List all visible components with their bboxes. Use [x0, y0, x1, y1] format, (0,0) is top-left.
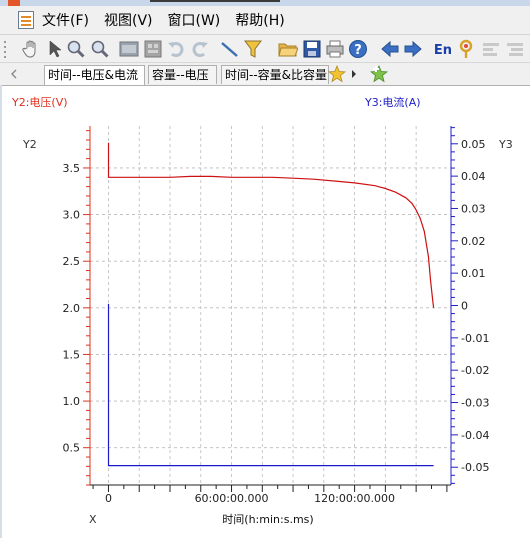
back-arrow-icon[interactable]	[380, 39, 400, 59]
undo-icon[interactable]	[166, 39, 186, 59]
test-icon[interactable]	[119, 39, 139, 59]
y-left-title: Y2:电压(V)	[11, 96, 68, 109]
tab-time-voltage-current[interactable]: 时间--电压&电流	[44, 65, 145, 85]
redo-icon[interactable]	[190, 39, 210, 59]
help-icon[interactable]: ?	[348, 39, 368, 59]
y-right-tick-label: -0.02	[461, 364, 489, 377]
chart-series	[107, 142, 435, 467]
forward-arrow-icon[interactable]	[403, 39, 423, 59]
y-right-title: Y3:电流(A)	[364, 95, 421, 109]
toolbar: ? En	[0, 35, 530, 63]
y-left-tick-label: 1.0	[63, 395, 81, 408]
y-right-tick-label: -0.04	[461, 429, 489, 442]
zoom-in-icon[interactable]	[66, 39, 86, 59]
save-icon[interactable]	[302, 39, 322, 59]
y-left-tick-label: 3.5	[63, 162, 81, 175]
x-axis-letter: X	[89, 513, 97, 526]
current-series-line	[107, 303, 434, 467]
zoom-out-icon[interactable]	[90, 39, 110, 59]
favorite-star-icon[interactable]	[328, 65, 346, 83]
y-right-tick-label: 0	[461, 300, 468, 313]
voltage-series-line	[107, 142, 435, 308]
menu-file[interactable]: 文件(F)	[42, 10, 89, 30]
pointer-icon[interactable]	[45, 39, 65, 59]
x-tick-label: 0	[105, 492, 112, 505]
open-folder-icon[interactable]	[278, 39, 298, 59]
y-right-tick-label: -0.01	[461, 332, 489, 345]
y-left-tick-label: 2.5	[63, 255, 81, 268]
x-axis-title: 时间(h:min:s.ms)	[222, 513, 313, 526]
y-right-tick-label: 0.05	[461, 138, 486, 151]
y-left-tick-label: 3.0	[63, 209, 81, 222]
time-voltage-current-chart[interactable]: 0.5 1.0 1.5 2.0 2.5 3.0 3.5 0.05 0.04 0.03 0.02 0.0…	[0, 86, 530, 538]
chart-area: 0.5 1.0 1.5 2.0 2.5 3.0 3.5 0.05 0.04 0.03 0.02 0.0…	[0, 86, 530, 538]
print-icon[interactable]	[325, 39, 345, 59]
y-left-tick-label: 2.0	[63, 302, 81, 315]
menu-bar: 文件(F) 视图(V) 窗口(W) 帮助(H)	[0, 6, 530, 35]
menu-view[interactable]: 视图(V)	[104, 10, 153, 30]
menu-help[interactable]: 帮助(H)	[235, 10, 284, 30]
filter-icon[interactable]	[243, 39, 263, 59]
tab-scroll-left-icon[interactable]	[10, 69, 18, 79]
y-right-tick-label: 0.04	[461, 170, 486, 183]
x-tick-label: 60:00:00.000	[195, 492, 269, 505]
toolbar-grip-icon	[4, 41, 6, 58]
chart-ticks: 0.5 1.0 1.5 2.0 2.5 3.0 3.5 0.05 0.04 0.03 0.02 0.0…	[63, 127, 489, 505]
document-icon[interactable]	[18, 11, 34, 29]
y-right-tick-label: -0.05	[461, 461, 489, 474]
y-left-tick-label: 1.5	[63, 348, 81, 361]
align-alt-icon[interactable]	[505, 39, 525, 59]
chart-grid	[90, 126, 451, 485]
tab-scroll-right-icon[interactable]	[350, 69, 358, 79]
y-right-tick-label: 0.03	[461, 202, 486, 215]
x-tick-label: 120:00:00.000	[314, 492, 395, 505]
menu-window[interactable]: 窗口(W)	[168, 10, 221, 30]
y-right-tick-label: 0.02	[461, 235, 486, 248]
report-icon[interactable]	[143, 39, 163, 59]
settings-icon[interactable]	[457, 39, 477, 59]
y-left-letter: Y2	[22, 138, 37, 151]
title-strip-shadow	[150, 0, 280, 2]
draw-line-icon[interactable]	[220, 39, 240, 59]
add-tab-icon[interactable]	[370, 65, 388, 83]
tab-time-capacity[interactable]: 时间--容量&比容量	[221, 65, 329, 84]
y-right-letter: Y3	[498, 138, 513, 151]
tab-capacity-voltage[interactable]: 容量--电压	[148, 65, 217, 84]
y-right-tick-label: 0.01	[461, 267, 486, 280]
language-en-label: En	[434, 43, 452, 58]
y-right-tick-label: -0.03	[461, 397, 489, 410]
svg-text:?: ?	[354, 43, 362, 58]
align-icon[interactable]	[481, 39, 501, 59]
language-en-icon[interactable]: En	[432, 39, 454, 59]
tab-bar: 时间--电压&电流 容量--电压 时间--容量&比容量	[0, 63, 530, 86]
y-left-tick-label: 0.5	[63, 442, 81, 455]
chart-axes	[89, 126, 452, 486]
chart-labels: Y2:电压(V) Y3:电流(A) Y2 Y3 X 时间(h:min:s.ms)	[11, 95, 513, 526]
pan-hand-icon[interactable]	[22, 39, 42, 59]
